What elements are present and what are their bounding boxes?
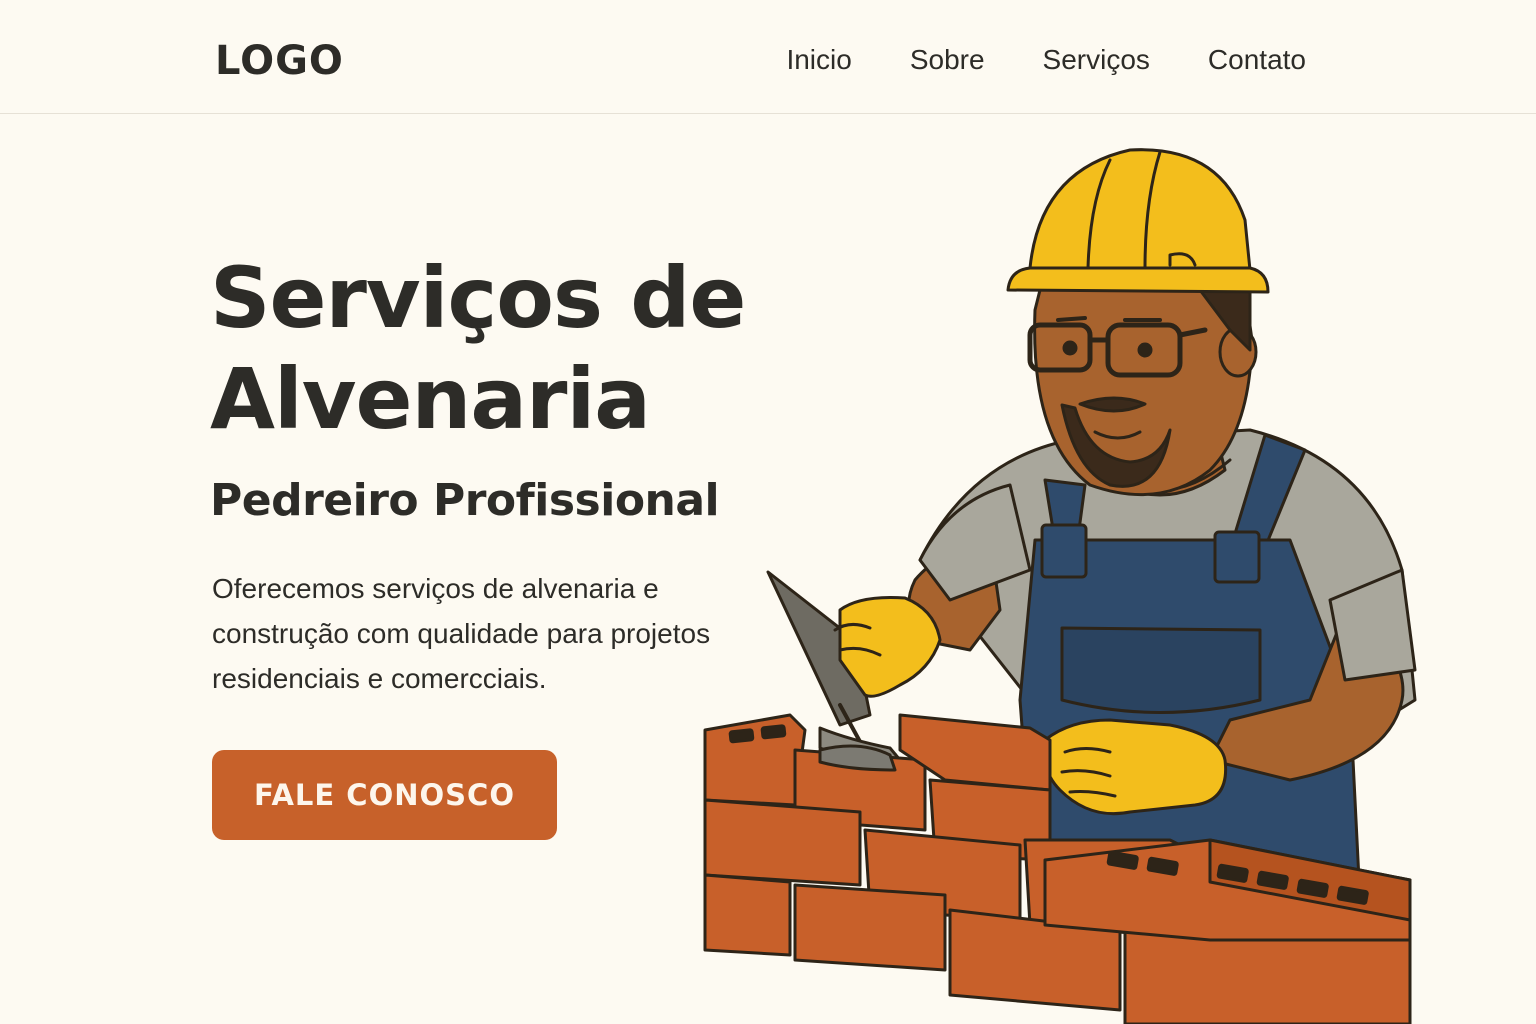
contact-cta-button[interactable]: FALE CONOSCO	[212, 750, 557, 840]
hero-title-line2: Alvenaria	[210, 350, 651, 448]
hero-description: Oferecemos serviços de alvenaria e const…	[212, 573, 711, 694]
hero-title-line1: Serviços de	[210, 249, 746, 347]
landing-page: LOGO Inicio Sobre Serviços Contato Servi…	[0, 0, 1536, 1024]
hard-hat-icon	[1006, 148, 1270, 294]
site-header: LOGO Inicio Sobre Serviços Contato	[0, 0, 1536, 114]
bricklayer-illustration	[703, 148, 1417, 1024]
site-logo[interactable]: LOGO	[215, 38, 344, 84]
nav-link-servicos[interactable]: Serviços	[1043, 42, 1150, 78]
hero-subtitle: Pedreiro Profissional	[210, 475, 720, 526]
nav-link-sobre[interactable]: Sobre	[910, 42, 985, 78]
right-glove	[1042, 718, 1228, 816]
main-nav: Inicio Sobre Serviços Contato	[786, 42, 1306, 78]
nav-link-contato[interactable]: Contato	[1208, 42, 1306, 78]
nav-link-inicio[interactable]: Inicio	[786, 42, 851, 78]
